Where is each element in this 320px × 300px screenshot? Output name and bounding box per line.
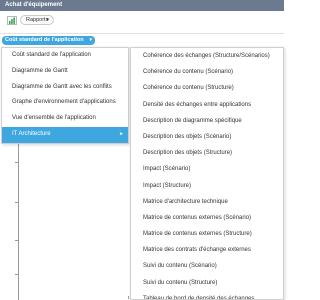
submenu-item[interactable]: Matrice des contrats d'échange externes [131,242,283,258]
submenu-item[interactable]: Matrice de contenus externes (Scénario) [131,210,283,226]
report-icon[interactable] [7,16,17,25]
chevron-down-icon: ▾ [46,17,49,23]
y-axis-tick [15,202,18,203]
selected-report-label: Coût standard de l'application [5,37,84,43]
submenu-item[interactable]: Description des objets (Scénario) [131,129,283,145]
rapports-dropdown-button[interactable]: Rapports ▾ [20,15,54,25]
submenu-item[interactable]: Cohérence du contenu (Scénario) [131,64,283,80]
chevron-down-icon: ▾ [89,37,92,43]
submenu-item[interactable]: Suivi du contenu (Structure) [131,275,283,291]
menu-item-cout-standard[interactable]: Coût standard de l'application [2,48,128,64]
menu-item-label: Diagramme de Gantt [12,67,68,74]
submenu-item[interactable]: Matrice de contenus externes (Structure) [131,226,283,242]
reports-menu: Coût standard de l'application Diagramme… [1,47,129,144]
y-axis-tick [15,274,18,275]
menu-item-it-architecture[interactable]: IT Architecture ► [2,126,128,143]
menu-item-vue-ensemble[interactable]: Vue d'ensemble de l'application [2,111,128,127]
menu-item-label: IT Architecture [12,130,51,137]
submenu-item[interactable]: Impact (Scénario) [131,161,283,177]
it-architecture-submenu: Cohérence des échanges (Structure/Scénar… [130,47,284,300]
selected-report-dropdown[interactable]: Coût standard de l'application ▾ [2,36,95,45]
chevron-right-icon: ► [119,130,124,137]
submenu-item[interactable]: Description des objets (Structure) [131,145,283,161]
menu-item-label: Vue d'ensemble de l'application [12,115,96,122]
window-title: Achat d'équipement [0,0,284,11]
submenu-item[interactable]: Impact (Structure) [131,178,283,194]
submenu-item[interactable]: Densité des échanges entre applications [131,97,283,113]
menu-item-label: Graphe d'environnement d'applications [12,99,116,106]
menu-item-label: Diagramme de Gantt avec les conflits [12,83,112,90]
menu-item-gantt[interactable]: Diagramme de Gantt [2,64,128,80]
submenu-item[interactable]: Description de diagramme spécifique [131,113,283,129]
menu-item-gantt-conflits[interactable]: Diagramme de Gantt avec les conflits [2,80,128,96]
menu-item-graphe-environnement[interactable]: Graphe d'environnement d'applications [2,95,128,111]
submenu-item[interactable]: Matrice d'architecture technique [131,194,283,210]
y-axis-tick [15,162,18,163]
submenu-item[interactable]: Cohérence des échanges (Structure/Scénar… [131,48,283,64]
y-axis-tick [15,240,18,241]
submenu-item[interactable]: Tableau de bord de densité des échanges [131,291,283,299]
submenu-item[interactable]: Suivi du contenu (Scénario) [131,258,283,274]
menu-item-label: Coût standard de l'application [12,52,91,58]
x-axis-tick [128,296,129,299]
rapports-label: Rapports [26,17,49,23]
submenu-item[interactable]: Cohérence du contenu (Structure) [131,80,283,96]
